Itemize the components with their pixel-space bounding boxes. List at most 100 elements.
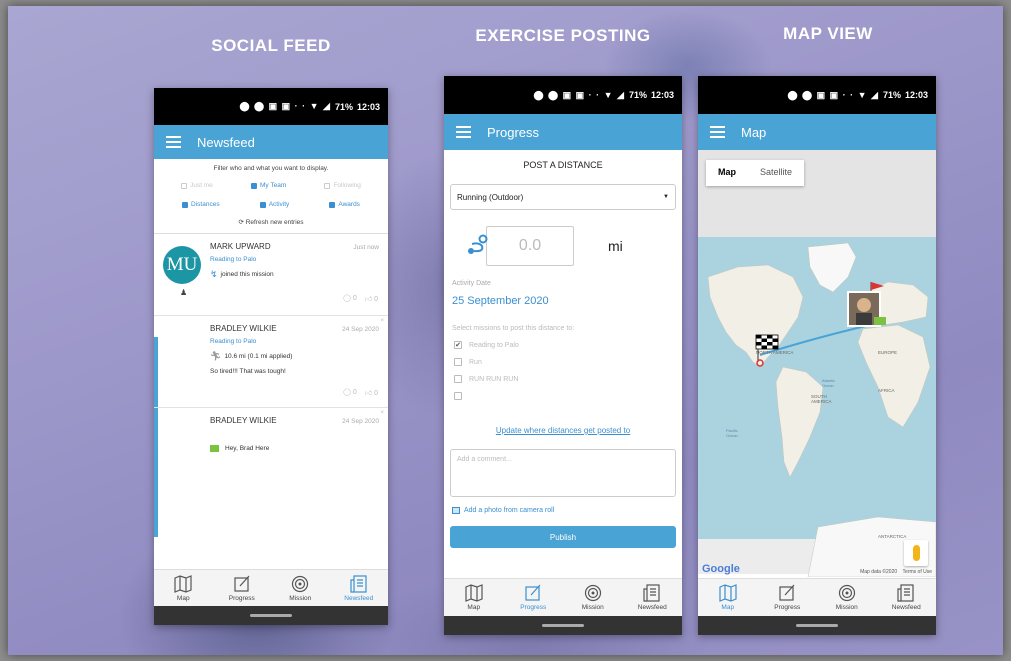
tab-newsfeed[interactable]: Newsfeed xyxy=(877,579,937,616)
form-title: POST A DISTANCE xyxy=(523,160,603,170)
notification-icons: ⬤ ⬤ ▣ ▣ · · ▼ ◢ xyxy=(533,89,625,100)
distance-row: 0.0 mi xyxy=(444,226,682,266)
tab-progress[interactable]: Progress xyxy=(758,579,818,616)
target-icon xyxy=(838,584,855,602)
refresh-button[interactable]: ⟳ Refresh new entries xyxy=(154,214,388,234)
map-type-satellite[interactable]: Satellite xyxy=(748,160,804,186)
publish-button[interactable]: Publish xyxy=(450,526,676,548)
tab-map[interactable]: Map xyxy=(444,579,504,616)
filter-row-who: Just me My Team Following xyxy=(154,176,388,195)
app-title: Map xyxy=(741,124,767,140)
filter-awards[interactable]: Awards xyxy=(329,201,360,208)
phone-map-view: ⬤ ⬤ ▣ ▣ · · ▼ ◢ 71% 12:03 Map NORTH AMER… xyxy=(698,76,936,635)
terms-link[interactable]: Terms of Use xyxy=(903,569,932,575)
continent-south-america xyxy=(775,366,824,478)
home-handle[interactable] xyxy=(542,624,584,627)
like-button[interactable]: 👍︎ 0 xyxy=(365,388,378,397)
feed-post[interactable]: × BRADLEY WILKIE 24 Sep 2020 Reading to … xyxy=(154,316,388,408)
menu-icon[interactable] xyxy=(456,126,471,138)
feed-post[interactable]: MU ♟ MARK UPWARD Just now Reading to Pal… xyxy=(154,234,388,316)
home-handle[interactable] xyxy=(250,614,292,617)
distance-input[interactable]: 0.0 xyxy=(486,226,574,266)
notification-icons: ⬤ ⬤ ▣ ▣ · · ▼ ◢ xyxy=(787,89,879,100)
message-icon xyxy=(210,445,219,452)
world-map xyxy=(707,242,936,577)
home-handle[interactable] xyxy=(796,624,838,627)
status-bar: ⬤ ⬤ ▣ ▣ · · ▼ ◢ 71% 12:03 xyxy=(444,76,682,114)
heading-map-view: MAP VIEW xyxy=(783,24,873,43)
mission-checkbox[interactable]: RUN RUN RUN xyxy=(454,375,682,383)
tab-map[interactable]: Map xyxy=(698,579,758,616)
edit-icon xyxy=(779,584,795,601)
image-icon xyxy=(452,507,460,514)
mission-checkbox[interactable]: ✔ Reading to Palo xyxy=(454,341,682,349)
update-distances-link[interactable]: Update where distances get posted to xyxy=(444,426,682,435)
activity-date[interactable]: 25 September 2020 xyxy=(452,295,682,307)
refresh-icon: ⟳ xyxy=(238,219,244,226)
notification-icons: ⬤ ⬤ ▣ ▣ · · ▼ ◢ xyxy=(239,101,331,111)
checkbox[interactable] xyxy=(454,375,462,383)
runner-icon: 🏃︎ xyxy=(210,351,222,361)
close-icon[interactable]: × xyxy=(380,410,384,416)
tab-newsfeed[interactable]: Newsfeed xyxy=(330,570,389,607)
post-mission[interactable]: Reading to Palo xyxy=(210,338,380,345)
edit-icon xyxy=(525,584,541,601)
map-icon xyxy=(465,584,483,602)
comment-input[interactable]: Add a comment... xyxy=(450,449,676,497)
target-icon xyxy=(584,584,601,602)
post-date: 24 Sep 2020 xyxy=(342,418,379,425)
filter-instructions: Filter who and what you want to display. xyxy=(213,165,329,172)
clock: 12:03 xyxy=(356,101,380,112)
filter-following[interactable]: Following xyxy=(324,182,361,189)
tab-newsfeed[interactable]: Newsfeed xyxy=(623,579,683,616)
route-icon: ↯ xyxy=(210,269,218,279)
checkbox[interactable]: ✔ xyxy=(454,341,462,349)
system-nav-bar xyxy=(698,616,936,635)
comment-button[interactable]: ◯ 0 xyxy=(343,388,357,397)
activity-select[interactable]: Running (Outdoor) ▼ xyxy=(450,184,676,210)
checkbox[interactable] xyxy=(454,392,462,400)
google-logo: Google xyxy=(702,563,740,575)
filter-just-me[interactable]: Just me xyxy=(181,182,213,189)
filter-my-team[interactable]: My Team xyxy=(251,182,286,189)
unit-label[interactable]: mi xyxy=(608,238,623,254)
like-button[interactable]: 👍︎ 0 xyxy=(365,294,378,303)
map-type-map[interactable]: Map xyxy=(706,160,748,186)
status-bar: ⬤ ⬤ ▣ ▣ · · ▼ ◢ 71% 12:03 xyxy=(154,88,388,125)
tab-mission[interactable]: Mission xyxy=(817,579,877,616)
street-view-pegman-icon[interactable] xyxy=(904,540,928,566)
label-antarctica: ANTARCTICA xyxy=(878,534,907,539)
tab-mission[interactable]: Mission xyxy=(271,570,330,607)
tab-progress[interactable]: Progress xyxy=(504,579,564,616)
tab-progress[interactable]: Progress xyxy=(213,570,272,607)
post-text: joined this mission xyxy=(220,271,274,278)
menu-icon[interactable] xyxy=(710,126,725,138)
filter-distances[interactable]: Distances xyxy=(182,201,220,208)
post-distance: 🏃︎ 10.6 mi (0.1 mi applied) xyxy=(210,351,293,361)
feed-post[interactable]: × BRADLEY WILKIE 24 Sep 2020 Hey, Brad H… xyxy=(154,408,388,488)
map-icon xyxy=(719,584,737,602)
add-photo-button[interactable]: Add a photo from camera roll xyxy=(452,507,682,514)
clock: 12:03 xyxy=(904,90,928,100)
mission-checkbox[interactable]: Run xyxy=(454,358,682,366)
post-mission[interactable]: Reading to Palo xyxy=(210,256,380,263)
tab-map[interactable]: Map xyxy=(154,570,213,607)
continent-africa xyxy=(857,324,931,428)
avatar[interactable]: MU xyxy=(163,246,201,284)
heading-exercise-posting: EXERCISE POSTING xyxy=(475,26,651,45)
system-nav-bar xyxy=(154,606,388,625)
map-canvas[interactable]: NORTH AMERICA SOUTH AMERICA EUROPE AFRIC… xyxy=(698,150,936,578)
post-date: Just now xyxy=(353,244,379,251)
close-icon[interactable]: × xyxy=(380,318,384,324)
filter-activity[interactable]: Activity xyxy=(259,201,289,208)
user-icon: ♟ xyxy=(180,288,188,297)
checkbox[interactable] xyxy=(454,358,462,366)
activity-date-label: Activity Date xyxy=(452,280,491,287)
app-title: Progress xyxy=(487,124,540,140)
map-icon xyxy=(174,575,192,593)
menu-icon[interactable] xyxy=(166,136,181,148)
mission-checkbox[interactable] xyxy=(454,392,682,400)
newspaper-icon xyxy=(643,584,660,602)
comment-button[interactable]: ◯ 0 xyxy=(343,294,357,303)
tab-mission[interactable]: Mission xyxy=(563,579,623,616)
